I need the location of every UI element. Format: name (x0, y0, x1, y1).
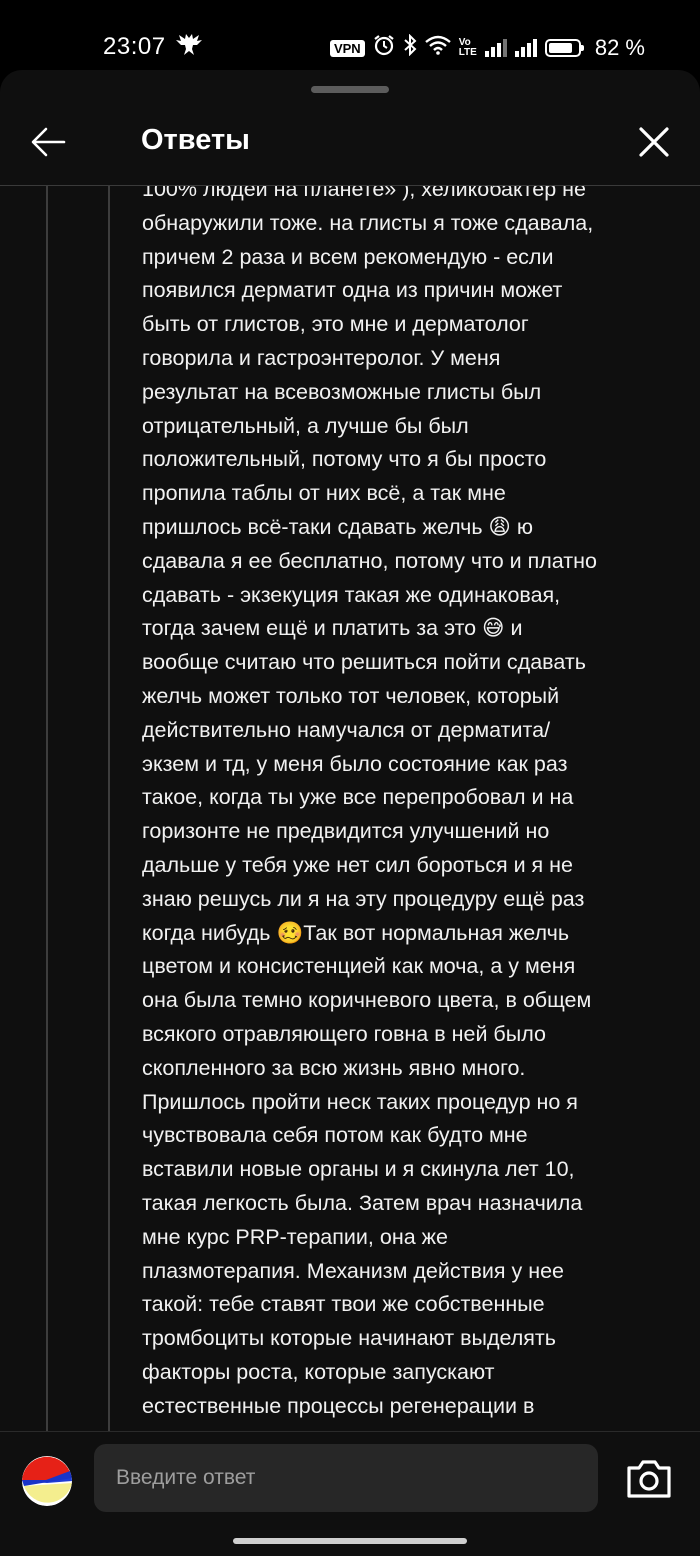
avatar-icon (22, 1456, 72, 1506)
eagle-icon (176, 34, 202, 62)
wifi-icon (424, 35, 451, 61)
reply-thread[interactable]: 100% людей на планете» ), хеликобактер н… (0, 186, 700, 1431)
camera-icon (625, 1460, 673, 1506)
nav-gesture-bar[interactable] (233, 1538, 467, 1544)
battery-level (548, 43, 572, 53)
signal-icon (514, 39, 537, 57)
reply-input[interactable] (94, 1444, 598, 1512)
replies-sheet: Ответы 100% людей на планете» ), хеликоб… (0, 70, 700, 1556)
page-title: Ответы (141, 124, 250, 156)
avatar[interactable] (22, 1456, 72, 1506)
alarm-icon (373, 34, 395, 62)
back-button[interactable] (26, 120, 70, 164)
status-bar: 23:07 VPN Vo LTE 82 % (0, 0, 700, 70)
thread-line (46, 186, 48, 1431)
battery-percent: 82 % (594, 35, 645, 60)
close-icon (632, 127, 676, 168)
battery-icon (544, 39, 584, 57)
close-button[interactable] (632, 120, 676, 164)
sheet-header: Ответы (0, 108, 700, 186)
arrow-left-icon (26, 127, 70, 168)
drag-handle[interactable] (311, 86, 389, 93)
thread-line (108, 186, 110, 1431)
vpn-badge: VPN (329, 39, 365, 57)
camera-button[interactable] (625, 1456, 673, 1502)
status-icons: VPN Vo LTE 82 % (329, 33, 645, 62)
signal-icon (484, 39, 507, 57)
reply-composer (0, 1432, 700, 1556)
volte-icon: Vo LTE (458, 37, 477, 58)
status-time: 23:07 (103, 33, 166, 60)
bluetooth-icon (403, 33, 417, 62)
reply-comment-text: 100% людей на планете» ), хеликобактер н… (142, 186, 597, 1418)
